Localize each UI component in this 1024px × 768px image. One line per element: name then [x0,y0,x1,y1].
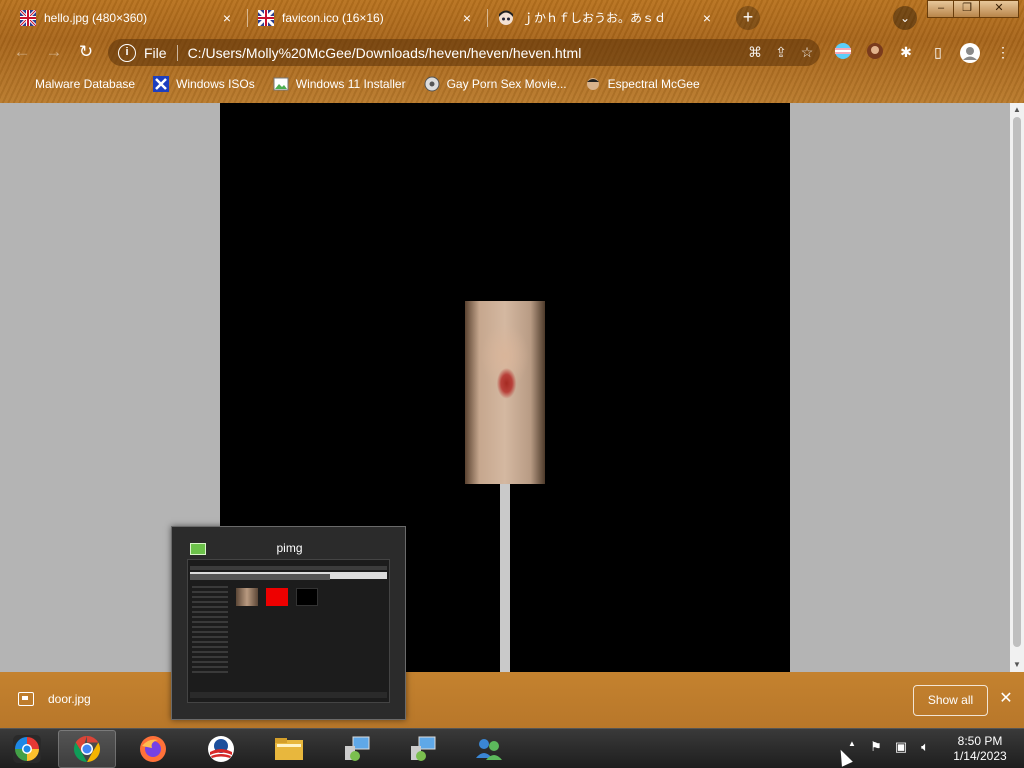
omnibox-divider [176,44,178,61]
clock-date: 1/14/2023 [953,749,1007,763]
thumb-file-photo [236,588,258,606]
scroll-down-icon[interactable]: ▼ [1010,658,1024,672]
tab-hello-jpg[interactable]: hello.jpg (480×360) × [10,0,246,35]
scroll-up-icon[interactable]: ▲ [1010,103,1024,117]
bookmark-windows-11-installer[interactable]: Windows 11 Installer [273,76,406,92]
close-shelf-icon[interactable]: ✕ [996,689,1016,709]
taskbar-network-app-1[interactable] [328,730,386,768]
download-shelf: door.jpg Show all ✕ [0,672,1024,728]
photo-image [465,301,545,484]
bookmark-label: Windows 11 Installer [295,77,406,91]
site-info-icon[interactable]: i [118,43,136,62]
taskbar-preview[interactable]: pimg [171,526,406,720]
grey-pole [500,484,510,672]
computer-network-icon [345,736,370,761]
uk-flag-icon [20,9,36,26]
new-tab-button[interactable]: + [736,6,760,30]
vertical-scrollbar[interactable]: ▲ ▼ [1010,103,1024,672]
tab-favicon-ico[interactable]: favicon.ico (16×16) × [248,0,486,35]
start-button[interactable] [0,730,54,768]
forward-button[interactable]: → [42,40,66,64]
image-file-icon [273,77,289,91]
bookmarks-bar: Malware Database Windows ISOs Windows 11… [0,70,1024,98]
tab-title: favicon.ico (16×16) [282,10,384,25]
bookmark-malware-database[interactable]: Malware Database [12,76,135,92]
maximize-button[interactable]: ❐ [953,0,981,18]
page-content [0,103,1010,672]
back-button[interactable]: ← [10,40,34,64]
obama-logo-icon [208,736,234,762]
bookmark-star-icon[interactable]: ☆ [794,44,820,61]
image-file-icon [18,692,34,706]
users-group-icon [476,739,502,760]
chrome-icon [73,735,101,763]
folder-icon [275,738,303,760]
download-item[interactable]: door.jpg [18,692,91,706]
taskbar-users-app[interactable] [460,730,518,768]
avatar-extension-icon[interactable] [865,42,885,62]
scroll-thumb[interactable] [1013,117,1021,647]
bookmark-gay-porn[interactable]: Gay Porn Sex Movie... [424,76,567,92]
thumb-sidebar [192,586,228,676]
reload-button[interactable]: ↻ [74,40,98,64]
thumb-statusbar [190,692,387,698]
taskbar-chrome[interactable] [58,730,116,768]
extensions-puzzle-icon[interactable]: ✱ [896,42,916,62]
thumb-address [190,574,330,580]
tab-close-icon[interactable]: × [218,10,236,26]
tab-title: ｊかｈｆしおうお。あｓｄ [522,11,667,25]
show-all-button[interactable]: Show all [913,685,988,716]
tab-close-icon[interactable]: × [458,10,476,26]
browser-frame: hello.jpg (480×360) × favicon.ico (16×16… [0,0,1024,103]
network-icon[interactable]: ▣ [892,739,910,755]
taskbar-obama-app[interactable] [192,730,250,768]
toolbar: ← → ↻ i File C:/Users/Molly%20McGee/Down… [0,35,1024,69]
computer-network-icon [411,736,436,761]
tab-search-button[interactable]: ⌄ [893,6,917,30]
address-bar[interactable]: i File C:/Users/Molly%20McGee/Downloads/… [108,39,820,66]
minimize-button[interactable]: – [927,0,955,18]
bookmark-label: Malware Database [35,77,136,91]
thumb-file-red [266,588,288,606]
bookmark-label: Windows ISOs [176,77,255,91]
thumb-menubar [190,566,387,570]
thumb-file-black [296,588,318,606]
close-window-button[interactable]: ✕ [979,0,1019,18]
download-filename: door.jpg [48,692,91,706]
bookmark-windows-isos[interactable]: Windows ISOs [153,76,255,92]
uk-flag-icon [258,9,274,26]
bookmark-favicon [12,76,28,92]
bookmark-espectral-mcgee[interactable]: Espectral McGee [585,76,700,92]
side-panel-icon[interactable]: ▯ [928,42,948,62]
anime-face-icon [499,10,513,25]
tab-close-icon[interactable]: × [698,10,716,26]
profile-icon[interactable] [958,42,982,63]
scheme-label: File [144,44,167,61]
windows-taskbar: ▲ ⚑ ▣ 🔈︎ 8:50 PM 1/14/2023 [0,728,1024,768]
tab-strip: hello.jpg (480×360) × favicon.ico (16×16… [0,0,1024,35]
preview-title: pimg [276,541,303,555]
x-logo-icon [153,76,170,92]
preview-thumbnail [187,559,390,703]
pride-flag-extension-icon[interactable] [833,42,853,62]
action-center-flag-icon[interactable]: ⚑ [867,739,885,755]
bookmark-label: Gay Porn Sex Movie... [446,77,567,91]
start-orb-icon [13,735,41,763]
globe-disc-icon [424,76,440,92]
clock-time: 8:50 PM [957,734,1003,748]
menu-kebab-icon[interactable]: ⋮ [993,42,1013,62]
taskbar-file-explorer[interactable] [260,730,318,768]
share-icon[interactable]: ⇪ [768,44,794,61]
tab-title: hello.jpg (480×360) [44,10,148,25]
tab-japanese[interactable]: ｊかｈｆしおうお。あｓｄ × [488,0,726,35]
volume-icon[interactable]: 🔈︎ [916,739,934,755]
taskbar-firefox[interactable] [124,730,182,768]
firefox-icon [140,736,166,762]
translate-icon[interactable]: ⌘ [742,44,768,61]
system-clock[interactable]: 8:50 PM 1/14/2023 [940,734,1020,764]
character-favicon-icon [586,78,599,90]
taskbar-network-app-2[interactable] [394,730,452,768]
url-text[interactable]: C:/Users/Molly%20McGee/Downloads/heven/h… [188,45,742,61]
bookmark-label: Espectral McGee [607,77,700,91]
